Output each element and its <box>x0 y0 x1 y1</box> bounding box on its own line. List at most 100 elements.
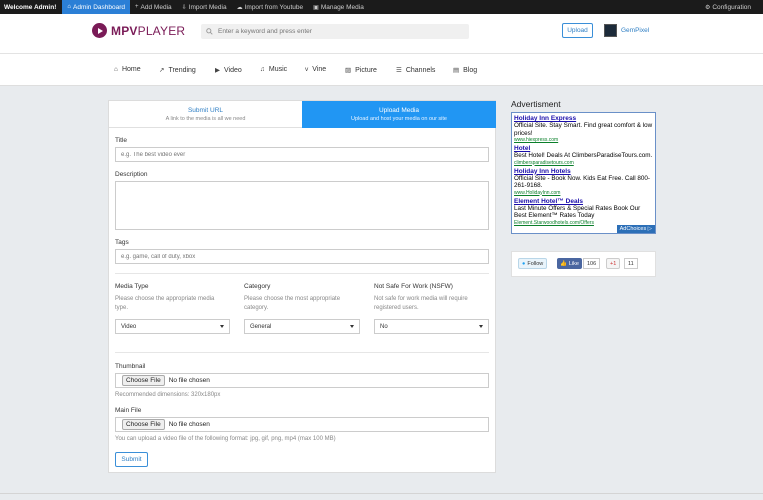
nav-trending[interactable]: ↗ Trending <box>159 66 196 75</box>
username: GemPixel <box>621 27 650 34</box>
admin-dashboard-label: Admin Dashboard <box>73 3 126 11</box>
nav-home[interactable]: ⌂ Home <box>114 66 141 73</box>
thumbnail-label: Thumbnail <box>115 363 146 370</box>
facebook-like-label: Like <box>568 260 579 267</box>
media-type-hint: Please choose the appropriate media type… <box>115 296 215 311</box>
nav-channels-label: Channels <box>405 66 436 74</box>
plus-icon: + <box>135 4 139 10</box>
user-menu[interactable]: GemPixel <box>604 24 649 37</box>
search-bar <box>201 24 469 39</box>
thumbs-up-icon: 👍 <box>560 260 567 267</box>
facebook-like-button[interactable]: 👍 Like <box>557 258 582 269</box>
ad-box: Holiday Inn Express Official Site. Stay … <box>511 112 656 234</box>
tab-upload-media-title: Upload Media <box>378 107 420 114</box>
media-type-value: Video <box>121 323 137 330</box>
search-input[interactable] <box>218 28 458 35</box>
main-file-input[interactable]: Choose File No file chosen <box>115 417 489 432</box>
film-icon: ▣ <box>313 4 319 11</box>
choose-file-button[interactable]: Choose File <box>122 419 165 430</box>
category-select[interactable]: General <box>244 319 360 334</box>
main-nav: ⌂ Home ↗ Trending ▶ Video ♫ Music v Vine ▨ Pic… <box>0 54 763 86</box>
nsfw-hint: Not safe for work media will require reg… <box>374 296 468 311</box>
ad-headline[interactable]: Holiday Inn Express <box>514 115 653 122</box>
upload-button[interactable]: Upload <box>562 23 593 38</box>
ad-headline[interactable]: Element Hotel™ Deals <box>514 198 653 205</box>
twitter-follow-label: Follow <box>527 260 544 267</box>
choose-file-button[interactable]: Choose File <box>122 375 165 386</box>
gear-icon: ⚙ <box>704 4 711 11</box>
import-youtube-label: Import from Youtube <box>244 3 304 11</box>
nav-music[interactable]: ♫ Music <box>260 66 287 73</box>
twitter-icon: ● <box>522 260 526 267</box>
nav-vine[interactable]: v Vine <box>305 66 326 73</box>
tags-input[interactable] <box>115 249 489 264</box>
nsfw-value: No <box>380 323 388 330</box>
footer-divider <box>0 493 763 494</box>
nav-vine-label: Vine <box>312 66 327 73</box>
google-plus-button[interactable]: +1 <box>606 258 621 269</box>
ad-item[interactable]: Holiday Inn Express Official Site. Stay … <box>514 115 653 143</box>
ad-url[interactable]: www.HolidayInn.com <box>514 190 653 196</box>
divider <box>115 352 489 353</box>
music-icon: ♫ <box>260 66 265 73</box>
ad-description: Last Minute Offers & Special Rates Book … <box>514 204 641 220</box>
dashboard-icon: ⌂ <box>67 4 71 10</box>
nsfw-select[interactable]: No <box>374 319 489 334</box>
admin-dashboard-link[interactable]: ⌂ Admin Dashboard <box>62 0 131 14</box>
video-icon: ▶ <box>215 67 220 74</box>
ad-item[interactable]: Holiday Inn Hotels Official Site - Book … <box>514 168 653 196</box>
ad-headline[interactable]: Hotel <box>514 145 653 152</box>
play-logo-icon <box>92 23 107 38</box>
social-buttons: ● Follow 👍 Like 106 +1 11 <box>511 251 656 277</box>
tags-label: Tags <box>115 239 129 246</box>
ad-url[interactable]: www.hiexpress.com <box>514 137 653 143</box>
adchoices-badge[interactable]: AdChoices ▷ <box>616 225 655 233</box>
twitter-follow-button[interactable]: ● Follow <box>518 258 548 269</box>
upload-form-card: Submit URL A link to the media is all we… <box>108 100 496 473</box>
add-media-link[interactable]: + Add Media <box>130 0 177 14</box>
import-media-link[interactable]: ⇩ Import Media <box>177 0 232 14</box>
media-type-select[interactable]: Video <box>115 319 230 334</box>
title-label: Title <box>115 137 128 144</box>
configuration-link[interactable]: ⚙ Configuration <box>705 0 751 14</box>
nav-channels[interactable]: ☰ Channels <box>396 66 436 75</box>
site-logo[interactable]: MPVPLAYER <box>92 23 185 38</box>
ad-description: Best Hotel! Deals At ClimbersParadiseTou… <box>514 152 653 159</box>
chevron-down-icon <box>350 325 354 328</box>
nav-video[interactable]: ▶ Video <box>215 66 242 75</box>
nav-picture[interactable]: ▨ Picture <box>345 66 377 75</box>
description-label: Description <box>115 171 148 178</box>
channels-icon: ☰ <box>396 67 402 74</box>
title-input[interactable] <box>115 147 489 162</box>
nav-blog[interactable]: ▤ Blog <box>453 66 477 75</box>
nav-trending-label: Trending <box>168 66 196 74</box>
thumbnail-file-input[interactable]: Choose File No file chosen <box>115 373 489 388</box>
main-file-hint: You can upload a video file of the follo… <box>115 436 336 442</box>
description-textarea[interactable] <box>115 181 489 230</box>
tab-upload-media-subtitle: Upload and host your media on our site <box>350 116 447 122</box>
ad-item[interactable]: Element Hotel™ Deals Last Minute Offers … <box>514 198 653 226</box>
flame-icon: ↗ <box>159 67 165 74</box>
search-icon <box>206 28 213 35</box>
tab-submit-url[interactable]: Submit URL A link to the media is all we… <box>109 101 302 128</box>
nav-picture-label: Picture <box>355 66 377 74</box>
submit-button[interactable]: Submit <box>115 452 148 467</box>
import-youtube-link[interactable]: ☁ Import from Youtube <box>232 0 309 14</box>
ad-headline[interactable]: Holiday Inn Hotels <box>514 168 653 175</box>
nav-video-label: Video <box>224 66 242 74</box>
picture-icon: ▨ <box>345 67 352 74</box>
thumbnail-hint: Recommended dimensions: 320x180px <box>115 392 221 398</box>
facebook-like-count: 106 <box>583 258 601 269</box>
tab-upload-media[interactable]: Upload Media Upload and host your media … <box>302 101 496 128</box>
ad-url[interactable]: climbersparadisetours.com <box>514 160 653 166</box>
add-media-label: Add Media <box>140 3 172 11</box>
ad-item[interactable]: Hotel Best Hotel! Deals At ClimbersParad… <box>514 145 653 166</box>
ad-description: Official Site - Book Now. Kids Eat Free.… <box>514 174 651 190</box>
ad-description: Official Site. Stay Smart. Find great co… <box>514 122 653 137</box>
nav-music-label: Music <box>268 66 288 73</box>
chevron-down-icon <box>220 325 224 328</box>
configuration-label: Configuration <box>712 3 751 11</box>
home-icon: ⌂ <box>114 66 118 73</box>
manage-media-link[interactable]: ▣ Manage Media <box>308 0 369 14</box>
advertisement-title: Advertisment <box>511 99 561 109</box>
